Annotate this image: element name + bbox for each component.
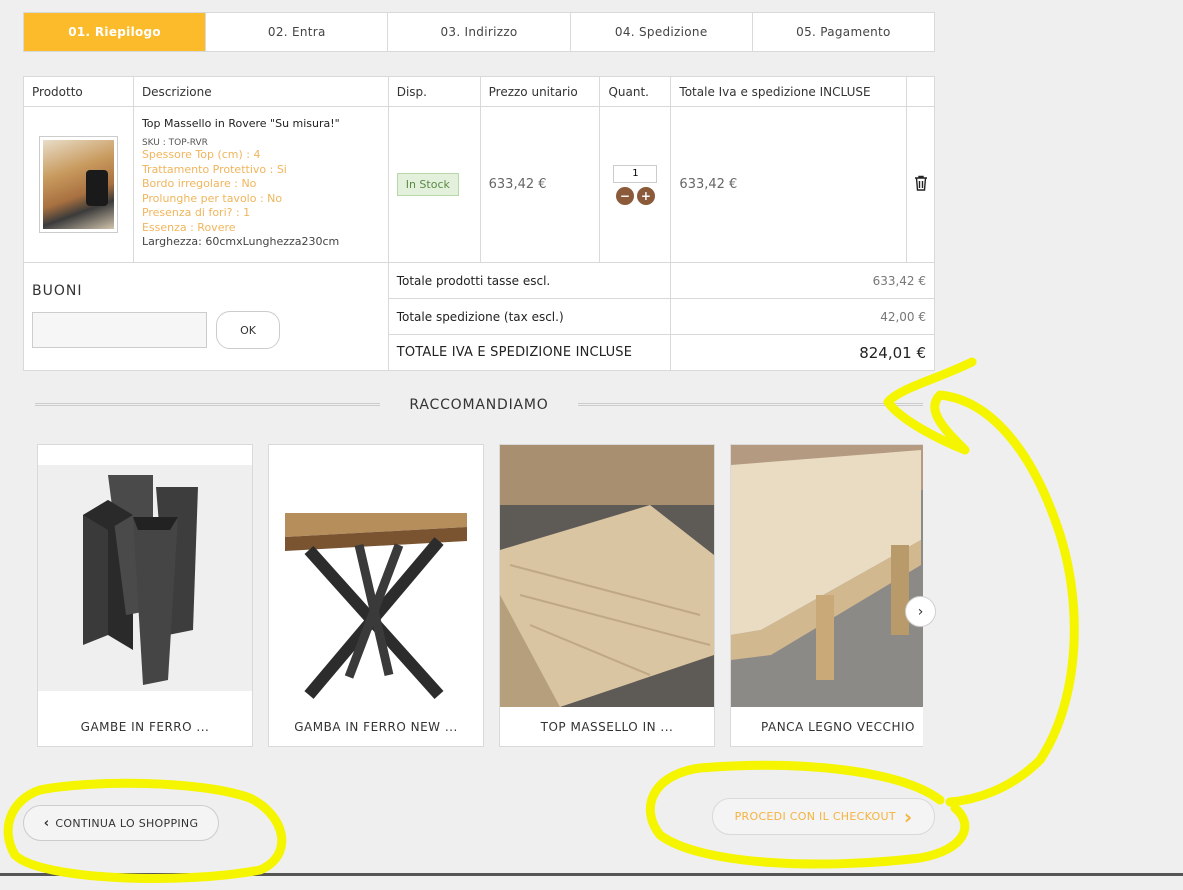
- voucher-title: BUONI: [32, 283, 83, 299]
- continue-shopping-label: CONTINUA LO SHOPPING: [55, 816, 199, 830]
- product-card[interactable]: GAMBA IN FERRO NEW ...: [268, 444, 484, 747]
- table-row: Top Massello in Rovere "Su misura!" SKU …: [23, 106, 935, 263]
- cart-header-row: Prodotto Descrizione Disp. Prezzo unitar…: [23, 76, 935, 107]
- product-attribute: Essenza : Rovere: [141, 220, 236, 234]
- trash-icon[interactable]: [914, 175, 928, 195]
- chevron-left-icon: ‹: [43, 815, 50, 831]
- unit-price: 633,42 €: [479, 106, 601, 263]
- checkout-button[interactable]: PROCEDI CON IL CHECKOUT ›: [712, 798, 935, 835]
- line-total: 633,42 €: [670, 106, 907, 263]
- cart-table: Prodotto Descrizione Disp. Prezzo unitar…: [23, 76, 935, 371]
- header-actions: [906, 76, 935, 107]
- divider: [35, 403, 380, 406]
- voucher-input[interactable]: [32, 312, 207, 348]
- product-card-title[interactable]: GAMBE IN FERRO ...: [38, 720, 252, 734]
- product-card-title[interactable]: GAMBA IN FERRO NEW ...: [269, 720, 483, 734]
- shipping-total-value: 42,00 €: [670, 298, 935, 335]
- product-sku: SKU : TOP-RVR: [141, 138, 208, 148]
- delete-cell: [906, 106, 935, 263]
- recommend-title: RACCOMANDIAMO: [409, 397, 549, 413]
- product-image[interactable]: [731, 445, 923, 707]
- product-description: Top Massello in Rovere "Su misura!" SKU …: [132, 106, 389, 263]
- checkout-label: PROCEDI CON IL CHECKOUT: [734, 810, 896, 823]
- carousel-next-button[interactable]: ›: [905, 596, 936, 627]
- product-size: Larghezza: 60cmxLunghezza230cm: [141, 235, 340, 248]
- grand-total-value: 824,01 €: [670, 334, 935, 371]
- product-image[interactable]: [38, 445, 252, 707]
- quantity-input[interactable]: [613, 164, 658, 183]
- product-card[interactable]: PANCA LEGNO VECCHIO: [730, 444, 923, 747]
- products-total-value: 633,42 €: [670, 262, 935, 299]
- step-summary[interactable]: 01. Riepilogo: [24, 13, 206, 51]
- product-image[interactable]: [269, 445, 483, 707]
- footer-divider: [0, 873, 1183, 876]
- status-badge: In Stock: [396, 173, 459, 196]
- step-login[interactable]: 02. Entra: [205, 13, 387, 51]
- product-thumbnail-cell: [23, 106, 134, 263]
- voucher-section: BUONI OK: [23, 262, 389, 371]
- chevron-right-icon: ›: [917, 603, 924, 620]
- quantity-cell: − +: [599, 106, 672, 263]
- product-card-title[interactable]: TOP MASSELLO IN ...: [500, 720, 714, 734]
- header-unit-price: Prezzo unitario: [479, 76, 601, 107]
- header-product: Prodotto: [23, 76, 134, 107]
- decrease-quantity-button[interactable]: −: [615, 186, 634, 205]
- product-attribute: Spessore Top (cm) : 4: [141, 148, 261, 161]
- step-shipping[interactable]: 04. Spedizione: [569, 13, 752, 51]
- grand-total-label: TOTALE IVA E SPEDIZIONE INCLUSE: [387, 334, 672, 371]
- header-quantity: Quant.: [599, 76, 672, 107]
- header-total: Totale Iva e spedizione INCLUSE: [670, 76, 907, 107]
- products-total-label: Totale prodotti tasse escl.: [387, 262, 672, 299]
- voucher-ok-button[interactable]: OK: [216, 311, 280, 349]
- header-description: Descrizione: [132, 76, 389, 107]
- shipping-total-label: Totale spedizione (tax escl.): [387, 298, 672, 335]
- product-attribute: Trattamento Protettivo : Si: [141, 162, 287, 176]
- product-name[interactable]: Top Massello in Rovere "Su misura!": [142, 117, 380, 130]
- increase-quantity-button[interactable]: +: [636, 186, 655, 205]
- step-address[interactable]: 03. Indirizzo: [387, 13, 569, 51]
- product-attribute: Bordo irregolare : No: [141, 177, 257, 190]
- continue-shopping-button[interactable]: ‹ CONTINUA LO SHOPPING: [23, 805, 219, 841]
- divider: [578, 403, 923, 406]
- product-image[interactable]: [500, 445, 714, 707]
- product-thumbnail[interactable]: [38, 136, 118, 233]
- product-card-title[interactable]: PANCA LEGNO VECCHIO: [731, 720, 923, 734]
- chevron-right-icon: ›: [903, 804, 913, 829]
- summary-row: BUONI OK Totale prodotti tasse escl. 633…: [23, 262, 935, 371]
- header-availability: Disp.: [387, 76, 481, 107]
- product-card[interactable]: TOP MASSELLO IN ...: [499, 444, 715, 747]
- step-payment[interactable]: 05. Pagamento: [751, 13, 934, 51]
- product-attribute: Presenza di fori? : 1: [141, 206, 251, 219]
- product-attribute: Prolunghe per tavolo : No: [141, 191, 283, 205]
- recommend-carousel: GAMBE IN FERRO ... GAMBA IN FERRO NEW ..…: [37, 444, 923, 747]
- product-card[interactable]: GAMBE IN FERRO ...: [37, 444, 253, 747]
- checkout-steps: 01. Riepilogo 02. Entra 03. Indirizzo 04…: [23, 12, 935, 52]
- availability-cell: In Stock: [387, 106, 481, 263]
